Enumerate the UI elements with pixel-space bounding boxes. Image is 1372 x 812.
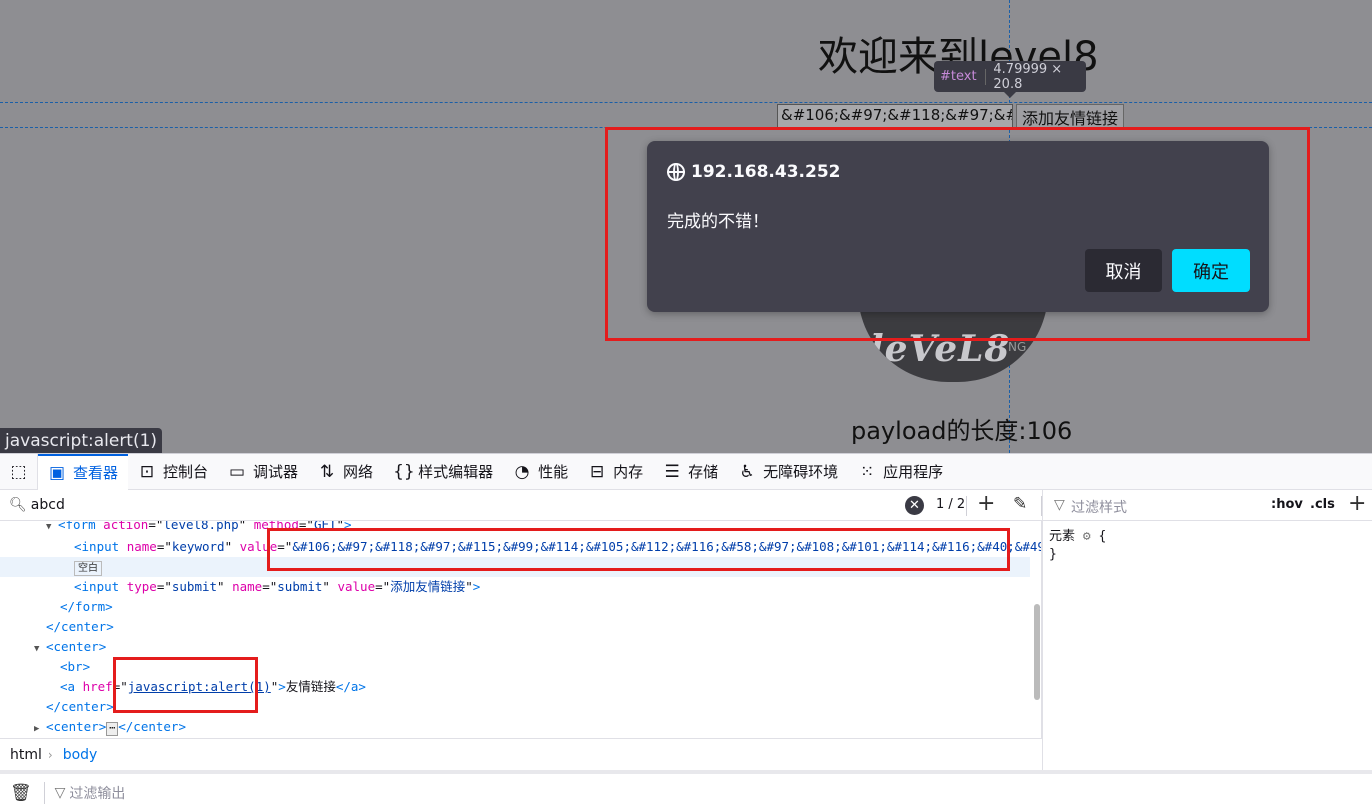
clear-icon[interactable]: ✕ [905, 496, 924, 515]
markup-line[interactable]: <input type="submit" name="submit" value… [0, 577, 1030, 597]
keyword-form: &#106;&#97;&#118;&#97;&#1 添加友情链接 [777, 104, 1125, 128]
tab-network[interactable]: ⇅ 网络 [308, 454, 383, 490]
filter-output-input[interactable]: 过滤输出 [69, 783, 125, 803]
tab-label: 存储 [688, 463, 719, 481]
collapsed-content-badge[interactable]: ⋯ [106, 722, 119, 736]
console-icon: ⊡ [139, 461, 155, 482]
element-rule-label: 元素 [1049, 529, 1076, 544]
pick-element-icon: ⬚ [10, 461, 27, 482]
tab-performance[interactable]: ◔ 性能 [503, 454, 578, 490]
markup-search-bar: 🔍︎ abcd ✕ 1 / 2 + ✎ [0, 490, 1042, 521]
tooltip-arrow [1004, 92, 1016, 98]
markup-line[interactable]: ▼ <center> [0, 637, 1030, 657]
rule-close: } [1049, 547, 1057, 562]
tab-memory[interactable]: ⊟ 内存 [578, 454, 653, 490]
breadcrumb-item[interactable]: html [0, 747, 48, 763]
accessibility-icon: ♿ [739, 461, 755, 482]
tab-style-editor[interactable]: {} 样式编辑器 [383, 454, 503, 490]
gear-icon[interactable]: ⚙ [1083, 529, 1091, 544]
annotation-box [113, 657, 258, 713]
tab-label: 样式编辑器 [418, 463, 494, 481]
style-editor-icon: {} [393, 461, 415, 482]
annotation-box [605, 127, 1310, 341]
debugger-icon: ▭ [229, 461, 246, 482]
tab-application[interactable]: ⁙ 应用程序 [848, 454, 953, 490]
add-link-button[interactable]: 添加友情链接 [1016, 104, 1125, 128]
trash-icon[interactable]: 🗑︎ [10, 783, 32, 803]
element-rule[interactable]: 元素 ⚙ { [1049, 525, 1106, 544]
whitespace-badge: 空白 [74, 561, 102, 576]
filter-icon: ▽ [1054, 497, 1065, 513]
rules-toolbar: ▽ 过滤样式 :hov .cls + [1042, 490, 1372, 521]
tab-label: 应用程序 [883, 463, 944, 481]
hov-toggle[interactable]: :hov [1271, 497, 1303, 512]
performance-icon: ◔ [514, 461, 530, 482]
tab-label: 无障碍环境 [763, 463, 839, 481]
page-viewport: 欢迎来到level8 #text 4.79999 × 20.8 &#106;&#… [0, 0, 1372, 453]
annotation-box [267, 528, 1010, 571]
expand-arrow-icon[interactable]: ▶ [34, 719, 46, 738]
tab-accessibility[interactable]: ♿ 无障碍环境 [728, 454, 848, 490]
level-logo-small-text: NG [1008, 340, 1027, 354]
network-icon: ⇅ [319, 461, 335, 482]
search-icon: 🔍︎ [9, 497, 27, 513]
search-result-count: 1 / 2 [936, 497, 966, 512]
filter-styles-input[interactable]: 过滤样式 [1071, 497, 1127, 517]
tab-label: 内存 [613, 463, 644, 481]
tooltip-separator [984, 68, 986, 85]
link-status-tooltip: javascript:alert(1) [0, 428, 163, 453]
breadcrumb: html › body [0, 738, 1042, 770]
tab-label: 控制台 [163, 463, 209, 481]
separator [966, 496, 967, 516]
tab-label: 查看器 [73, 464, 119, 482]
tab-inspector[interactable]: ▣ 查看器 [38, 453, 129, 490]
breadcrumb-item[interactable]: body [53, 747, 104, 763]
tab-label: 性能 [538, 463, 569, 481]
add-node-icon[interactable]: + [977, 491, 995, 516]
node-info-tooltip: #text 4.79999 × 20.8 [934, 61, 1086, 98]
markup-scrollbar[interactable] [1034, 604, 1040, 700]
keyword-input[interactable]: &#106;&#97;&#118;&#97;&#1 [777, 104, 1013, 128]
tab-label: 调试器 [253, 463, 299, 481]
element-picker-button[interactable]: ⬚ [0, 453, 38, 490]
memory-icon: ⊟ [589, 461, 605, 482]
rule-brace: { [1098, 529, 1107, 544]
storage-icon: ☰ [664, 461, 680, 482]
payload-length-text: payload的长度:106 [851, 417, 1073, 445]
application-icon: ⁙ [860, 461, 875, 482]
tab-console[interactable]: ⊡ 控制台 [128, 454, 218, 490]
tab-debugger[interactable]: ▭ 调试器 [218, 454, 308, 490]
collapse-arrow-icon[interactable]: ▼ [34, 639, 46, 659]
node-size: 4.79999 × 20.8 [993, 61, 1063, 92]
rules-pane: 元素 ⚙ { } [1042, 521, 1372, 770]
separator [43, 782, 45, 804]
devtools-toolbar: ⬚ ▣ 查看器 ⊡ 控制台 ▭ 调试器 ⇅ 网络 {} 样式编辑器 ◔ 性能 ⊟… [0, 453, 1372, 490]
eyedropper-icon[interactable]: ✎ [1013, 494, 1027, 514]
markup-line[interactable]: ▶ <center> ⋯ </center> [0, 717, 1030, 737]
tab-storage[interactable]: ☰ 存储 [653, 454, 728, 490]
markup-search-input[interactable]: abcd [31, 497, 65, 513]
highlight-guide-line [0, 102, 1372, 103]
collapse-arrow-icon[interactable]: ▼ [46, 521, 58, 537]
filter-icon: ▽ [54, 785, 66, 801]
markup-line[interactable]: </form> [0, 597, 1030, 617]
markup-line[interactable]: </center> [0, 617, 1030, 637]
cls-toggle[interactable]: .cls [1310, 497, 1335, 512]
inspector-icon: ▣ [48, 462, 66, 483]
split-console-toolbar: 🗑︎ ▽ 过滤输出 [0, 774, 1372, 812]
node-tag: #text [940, 69, 977, 84]
add-rule-icon[interactable]: + [1348, 491, 1366, 516]
tab-label: 网络 [343, 463, 374, 481]
